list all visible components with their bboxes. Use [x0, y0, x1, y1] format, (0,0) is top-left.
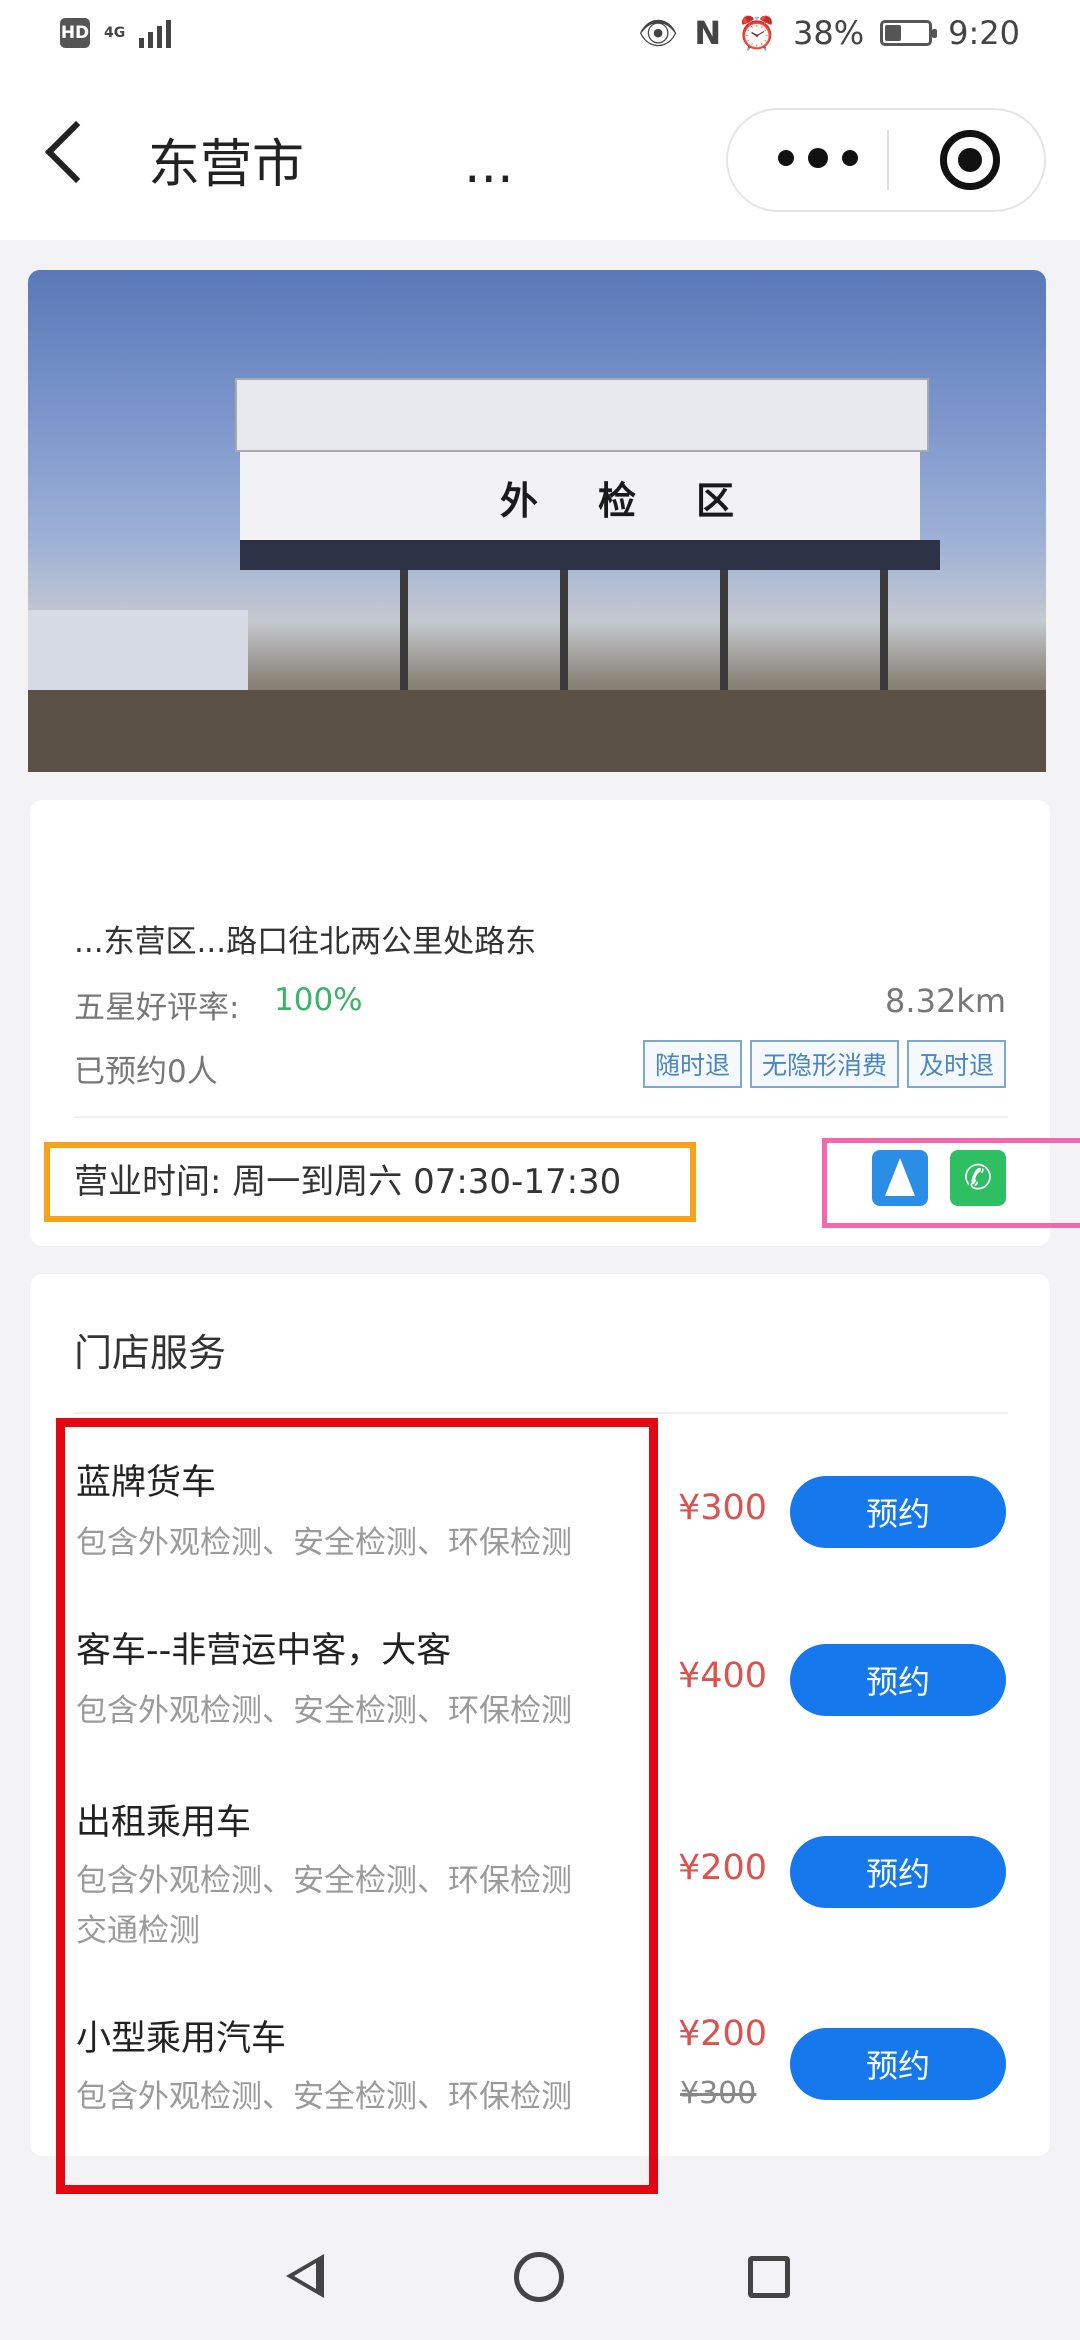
store-distance: 8.32km: [885, 982, 1006, 1020]
eye-icon: 👁: [637, 14, 679, 52]
book-button[interactable]: 预约: [790, 2028, 1006, 2100]
network-type: 4G: [104, 25, 126, 41]
highlight-box-services: [56, 1418, 658, 2194]
photo-pillar: [720, 570, 728, 690]
service-price: ¥300: [678, 1488, 768, 1528]
book-button[interactable]: 预约: [790, 1644, 1006, 1716]
divider: [74, 1412, 1008, 1414]
highlight-box-actions: [822, 1138, 1080, 1228]
alarm-icon: ⏰: [737, 14, 778, 52]
clock: 9:20: [948, 14, 1020, 52]
photo-canopy-shadow: [240, 540, 940, 570]
service-price: ¥200: [678, 1848, 768, 1888]
divider: [74, 1116, 1008, 1118]
store-address: ...东营区...路口往北两公里处路东: [74, 924, 537, 960]
service-price: ¥200: [678, 2014, 768, 2054]
photo-pillar: [400, 570, 408, 690]
battery-percent: 38%: [793, 14, 865, 52]
system-recents-icon[interactable]: [748, 2256, 790, 2298]
hd-icon: HD: [60, 18, 90, 48]
section-title: 门店服务: [74, 1331, 227, 1375]
photo-pillar: [880, 570, 888, 690]
tag-refund-anytime: 随时退: [642, 1040, 742, 1088]
service-price: ¥400: [678, 1656, 768, 1696]
photo-pillar: [560, 570, 568, 690]
page-title: 东营市...: [148, 135, 514, 195]
photo-ground: [28, 690, 1046, 772]
booked-count: 已预约0人: [74, 1054, 218, 1090]
system-home-icon[interactable]: [514, 2252, 564, 2302]
more-icon[interactable]: [778, 148, 858, 168]
tag-timely-refund: 及时退: [906, 1040, 1006, 1088]
book-button[interactable]: 预约: [790, 1476, 1006, 1548]
photo-sign-text: 外检区: [500, 479, 795, 523]
battery-icon: [880, 20, 938, 46]
tag-no-hidden-fees: 无隐形消费: [749, 1040, 899, 1088]
rating-value: 100%: [274, 982, 363, 1018]
rating-label: 五星好评率:: [74, 990, 240, 1026]
service-original-price: ¥300: [680, 2076, 757, 2111]
highlight-box-hours: [44, 1142, 696, 1222]
nfc-icon: N: [694, 14, 722, 52]
close-mini-program-icon-dot: [958, 148, 982, 172]
status-right: 👁 N ⏰ 38% 9:20: [638, 14, 1020, 52]
system-back-icon-inner: [294, 2263, 316, 2289]
photo-canopy-roof: [235, 378, 929, 452]
status-left: HD 4G: [60, 18, 172, 48]
store-tags: 随时退 无隐形消费 及时退: [642, 1040, 1006, 1088]
signal-icon: [139, 18, 172, 48]
book-button[interactable]: 预约: [790, 1836, 1006, 1908]
capsule-divider: [887, 130, 889, 190]
